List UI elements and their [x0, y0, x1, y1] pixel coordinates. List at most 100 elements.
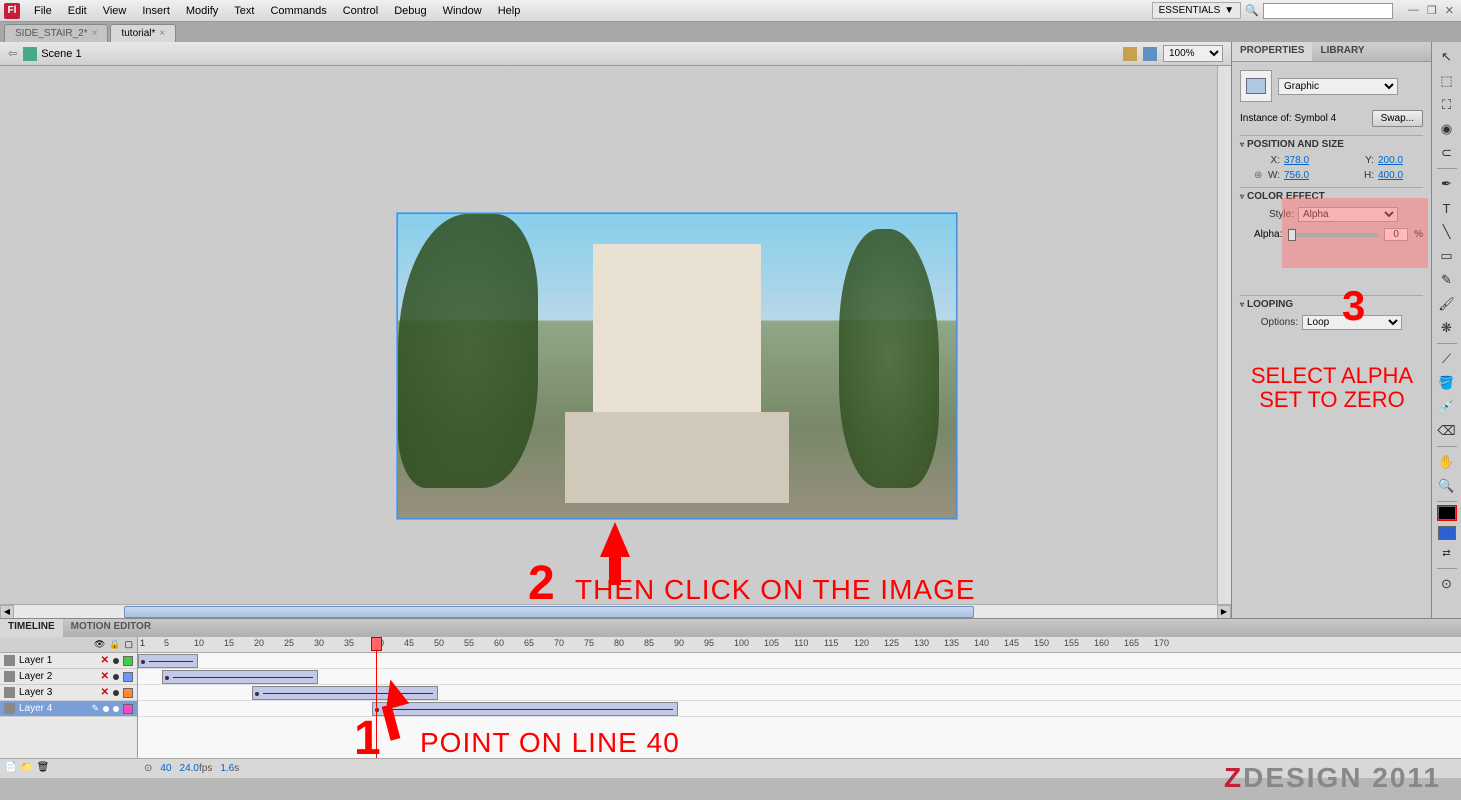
rectangle-tool-icon[interactable]: ▭ [1436, 245, 1458, 267]
menubar: Fl File Edit View Insert Modify Text Com… [0, 0, 1461, 22]
prop-y[interactable]: 200.0 [1378, 155, 1418, 166]
hand-tool-icon[interactable]: ✋ [1436, 451, 1458, 473]
eyedropper-tool-icon[interactable]: 💉 [1436, 396, 1458, 418]
scene-icon [23, 47, 37, 61]
annotation-text-3: SELECT ALPHA SET TO ZERO [1242, 364, 1422, 412]
delete-layer-icon[interactable]: 🗑 [36, 762, 50, 776]
fill-color-swatch[interactable] [1438, 526, 1456, 540]
lock-icon[interactable]: 🔒 [109, 639, 120, 650]
annotation-arrow-2 [600, 522, 630, 585]
tab-close-icon[interactable]: × [92, 28, 98, 39]
snap-icon[interactable]: ⊙ [1436, 573, 1458, 595]
menu-window[interactable]: Window [435, 2, 490, 20]
timeline-ruler[interactable]: 1510152025303540455055606570758085909510… [138, 637, 1461, 653]
watermark: ZDESIGN 2011 [1224, 762, 1441, 794]
line-tool-icon[interactable]: ╲ [1436, 221, 1458, 243]
timeline-panel: TIMELINE MOTION EDITOR 👁 🔒 ▢ Layer 1✕ Laye… [0, 618, 1461, 778]
annotation-number-2: 2 [528, 556, 555, 604]
zoom-tool-icon[interactable]: 🔍 [1436, 475, 1458, 497]
text-tool-icon[interactable]: T [1436, 197, 1458, 219]
doc-tab-1[interactable]: tutorial*× [110, 24, 176, 42]
prop-x[interactable]: 378.0 [1284, 155, 1324, 166]
swap-button[interactable]: Swap... [1372, 110, 1423, 127]
search-icon: 🔍 [1245, 4, 1259, 17]
bone-tool-icon[interactable]: ⟋ [1436, 348, 1458, 370]
3d-rotation-tool-icon[interactable]: ◉ [1436, 118, 1458, 140]
eraser-tool-icon[interactable]: ⌫ [1436, 420, 1458, 442]
pen-tool-icon[interactable]: ✒ [1436, 173, 1458, 195]
menu-text[interactable]: Text [226, 2, 262, 20]
menu-file[interactable]: File [26, 2, 60, 20]
zoom-select[interactable]: 100% [1163, 45, 1223, 62]
timeline-playhead[interactable] [376, 637, 377, 758]
close-button[interactable]: ✕ [1442, 4, 1457, 17]
properties-panel: PROPERTIES LIBRARY Graphic Instance of: … [1231, 42, 1431, 618]
tab-close-icon[interactable]: × [159, 28, 165, 39]
menu-insert[interactable]: Insert [134, 2, 178, 20]
menu-view[interactable]: View [95, 2, 135, 20]
tab-library[interactable]: LIBRARY [1312, 42, 1372, 61]
paint-bucket-tool-icon[interactable]: 🪣 [1436, 372, 1458, 394]
menu-modify[interactable]: Modify [178, 2, 226, 20]
restore-button[interactable]: ❐ [1424, 4, 1440, 17]
section-looping[interactable]: LOOPING [1240, 295, 1423, 313]
search-input[interactable] [1263, 3, 1393, 19]
edit-symbols-icon[interactable] [1143, 47, 1157, 61]
annotation-text-2: THEN CLICK ON THE IMAGE [575, 574, 976, 604]
outline-icon[interactable]: ▢ [124, 639, 133, 650]
canvas-image-instance[interactable] [397, 213, 957, 519]
free-transform-tool-icon[interactable]: ⛶ [1436, 94, 1458, 116]
stroke-color-swatch[interactable] [1438, 506, 1456, 520]
brush-tool-icon[interactable]: 🖌 [1436, 293, 1458, 315]
tab-motion-editor[interactable]: MOTION EDITOR [63, 619, 159, 637]
looping-options-select[interactable]: Loop [1302, 315, 1402, 330]
minimize-button[interactable]: — [1405, 4, 1422, 17]
layer-row-0[interactable]: Layer 1✕ [0, 653, 137, 669]
section-position-size[interactable]: POSITION AND SIZE [1240, 135, 1423, 153]
scene-name: Scene 1 [41, 48, 81, 60]
layer-row-1[interactable]: Layer 2✕ [0, 669, 137, 685]
scroll-right-icon[interactable]: ▶ [1217, 605, 1231, 619]
menu-debug[interactable]: Debug [386, 2, 434, 20]
timeline-frames[interactable]: 1510152025303540455055606570758085909510… [138, 637, 1461, 758]
timeline-layers: 👁 🔒 ▢ Layer 1✕ Layer 2✕ Layer 3✕ Layer 4✎ [0, 637, 138, 758]
menu-edit[interactable]: Edit [60, 2, 95, 20]
lasso-tool-icon[interactable]: ⊂ [1436, 142, 1458, 164]
new-layer-icon[interactable]: 📄 [4, 762, 18, 776]
workspace-selector[interactable]: ESSENTIALS▼ [1152, 2, 1242, 19]
stage-scrollbar-horizontal[interactable]: ◀ ▶ [0, 604, 1231, 618]
frame-row-1 [138, 669, 1461, 685]
scroll-left-icon[interactable]: ◀ [0, 605, 14, 619]
pencil-tool-icon[interactable]: ✎ [1436, 269, 1458, 291]
stage-canvas[interactable]: 2 THEN CLICK ON THE IMAGE [0, 66, 1231, 604]
stage-column: ⇦ Scene 1 100% 2 THEN CLICK ON THE IMAGE [0, 42, 1231, 618]
document-tabs: SIDE_STAIR_2*× tutorial*× [0, 22, 1461, 42]
tab-timeline[interactable]: TIMELINE [0, 619, 63, 637]
layer-row-2[interactable]: Layer 3✕ [0, 685, 137, 701]
layer-row-3[interactable]: Layer 4✎ [0, 701, 137, 717]
tab-properties[interactable]: PROPERTIES [1232, 42, 1312, 61]
menu-commands[interactable]: Commands [262, 2, 334, 20]
stage-scrollbar-vertical[interactable] [1217, 66, 1231, 604]
subselection-tool-icon[interactable]: ⬚ [1436, 70, 1458, 92]
menu-help[interactable]: Help [490, 2, 529, 20]
instance-type-select[interactable]: Graphic [1278, 78, 1398, 95]
stage-toolbar: ⇦ Scene 1 100% [0, 42, 1231, 66]
edit-scene-icon[interactable] [1123, 47, 1137, 61]
menu-control[interactable]: Control [335, 2, 386, 20]
frame-number: 40 [160, 763, 171, 774]
new-folder-icon[interactable]: 📁 [20, 762, 34, 776]
swap-colors-icon[interactable]: ⇄ [1436, 542, 1458, 564]
alpha-slider[interactable] [1288, 233, 1378, 237]
onion-skin-icon[interactable]: ⊙ [144, 763, 152, 774]
prop-h[interactable]: 400.0 [1378, 170, 1418, 181]
deco-tool-icon[interactable]: ❋ [1436, 317, 1458, 339]
eye-icon[interactable]: 👁 [94, 639, 105, 650]
instance-type-icon [1240, 70, 1272, 102]
frame-row-0 [138, 653, 1461, 669]
tools-panel: ↖ ⬚ ⛶ ◉ ⊂ ✒ T ╲ ▭ ✎ 🖌 ❋ ⟋ 🪣 💉 ⌫ ✋ 🔍 ⇄ ⊙ [1431, 42, 1461, 618]
app-icon: Fl [4, 3, 20, 19]
doc-tab-0[interactable]: SIDE_STAIR_2*× [4, 24, 108, 42]
selection-tool-icon[interactable]: ↖ [1436, 46, 1458, 68]
prop-w[interactable]: 756.0 [1284, 170, 1324, 181]
